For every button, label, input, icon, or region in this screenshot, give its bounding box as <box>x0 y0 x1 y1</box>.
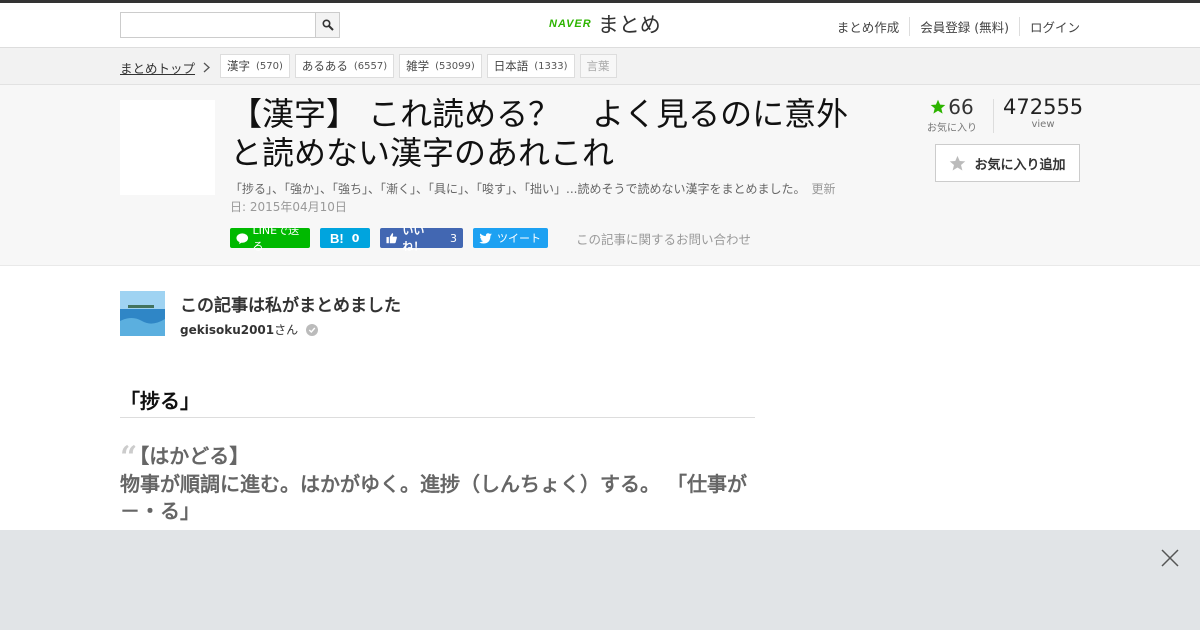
quote-title: 【はかどる】 <box>139 444 250 468</box>
line-share-button[interactable]: LINEで送る <box>230 224 310 253</box>
stat-divider <box>993 99 994 133</box>
author-username[interactable]: gekisoku2001 <box>180 323 274 337</box>
tag-label: 日本語 <box>493 59 529 73</box>
twitter-bird-icon <box>479 232 492 244</box>
tag-label: あるある <box>301 59 348 73</box>
search-input[interactable] <box>121 13 315 37</box>
author-heading: この記事は私がまとめました <box>180 296 401 316</box>
view-count: 472555 view <box>1003 95 1083 130</box>
favorite-count: 66 お気に入り <box>922 95 982 134</box>
tag-label: 漢字 <box>227 59 250 73</box>
favorite-label: お気に入り <box>927 123 977 134</box>
login-link[interactable]: ログイン <box>1018 17 1080 36</box>
tag-count: (6557) <box>353 60 388 72</box>
search-button[interactable] <box>315 13 339 37</box>
logo-brand: NAVER <box>549 18 592 30</box>
site-header: NAVER まとめ まとめ作成 会員登録 (無料) ログイン <box>0 3 1200 48</box>
hatena-icon: B! <box>330 230 344 246</box>
star-outline-icon <box>950 155 966 171</box>
tweet-label: ツイート <box>497 232 541 245</box>
create-matome-link[interactable]: まとめ作成 <box>827 17 910 36</box>
favorite-count-value: 66 <box>922 95 982 119</box>
favorite-number: 66 <box>948 95 974 119</box>
chevron-right-icon <box>203 62 210 73</box>
close-icon[interactable] <box>1160 548 1180 568</box>
line-share-label: LINEで送る <box>252 224 300 253</box>
line-icon <box>236 232 249 244</box>
like-count: 3 <box>450 231 457 245</box>
tag-label: 言葉 <box>586 59 610 73</box>
article-thumbnail <box>120 100 215 195</box>
search-box <box>120 12 340 38</box>
search-icon <box>321 19 334 31</box>
header-links: まとめ作成 会員登録 (無料) ログイン <box>827 17 1080 36</box>
thumbs-up-icon <box>386 233 397 244</box>
hatena-bookmark-button[interactable]: B! 0 <box>320 228 370 248</box>
quote-body: 物事が順調に進む。はかがゆく。進捗（しんちょく）する。 「仕事が－・る」 <box>120 472 747 523</box>
article-title: 【漢字】 これ読める？ よく見るのに意外と読めない漢字のあれこれ <box>230 95 849 172</box>
facebook-like-button[interactable]: いいね！ 3 <box>380 224 463 253</box>
view-number: 472555 <box>1003 95 1084 119</box>
like-label: いいね！ <box>402 224 425 253</box>
tag-zatsugaku[interactable]: 雑学 (53099) <box>399 54 482 78</box>
contact-link[interactable]: この記事に関するお問い合わせ <box>576 229 751 248</box>
tweet-button[interactable]: ツイート <box>473 228 548 248</box>
view-label: view <box>1031 119 1055 130</box>
article-header: 【漢字】 これ読める？ よく見るのに意外と読めない漢字のあれこれ 「捗る」、「強… <box>0 85 1200 266</box>
tag-nihongo[interactable]: 日本語 (1333) <box>486 54 575 78</box>
social-buttons: LINEで送る B! 0 いいね！ 3 ツイート この記事に関するお問い合わせ <box>230 224 751 253</box>
add-favorite-button[interactable]: お気に入り追加 <box>935 144 1080 182</box>
tag-count: (570) <box>256 60 283 72</box>
author-avatar[interactable] <box>120 291 165 336</box>
section-heading: 「捗る」 <box>120 385 755 418</box>
tag-label: 雑学 <box>406 59 430 73</box>
tag-count: (1333) <box>534 60 568 72</box>
tag-kanji[interactable]: 漢字 (570) <box>220 54 290 78</box>
verified-icon <box>306 323 319 336</box>
tag-kotoba[interactable]: 言葉 <box>579 54 617 78</box>
author-name: gekisoku2001 さん <box>180 321 319 338</box>
tag-aruaru[interactable]: あるある (6557) <box>294 54 395 78</box>
quote-block: “【はかどる】 物事が順調に進む。はかがゆく。進捗（しんちょく）する。 「仕事が… <box>120 443 755 525</box>
breadcrumb: まとめトップ 漢字 (570) あるある (6557) 雑学 (53099) 日本語 (… <box>0 48 1200 85</box>
avatar-image <box>120 291 165 336</box>
breadcrumb-top-link[interactable]: まとめトップ <box>120 58 210 77</box>
add-favorite-label: お気に入り追加 <box>974 157 1066 173</box>
star-icon <box>930 99 946 114</box>
tag-count: (53099) <box>435 60 475 72</box>
description-text: 「捗る」、「強か」、「強ち」、「漸く」、「具に」、「唆す」、「拙い」...読めそ… <box>230 182 806 196</box>
quote-icon: “ <box>120 440 138 475</box>
hatena-count: 0 <box>351 231 360 245</box>
ad-banner <box>0 530 1200 630</box>
author-suffix: さん <box>274 323 299 337</box>
breadcrumb-top-label: まとめトップ <box>120 61 196 76</box>
register-link[interactable]: 会員登録 (無料) <box>909 17 1019 36</box>
logo-name: まとめ <box>597 13 661 37</box>
site-logo[interactable]: NAVER まとめ <box>549 9 661 39</box>
tag-list: 漢字 (570) あるある (6557) 雑学 (53099) 日本語 (1333) 言… <box>220 54 617 78</box>
article-description: 「捗る」、「強か」、「強ち」、「漸く」、「具に」、「唆す」、「拙い」...読めそ… <box>230 180 845 216</box>
